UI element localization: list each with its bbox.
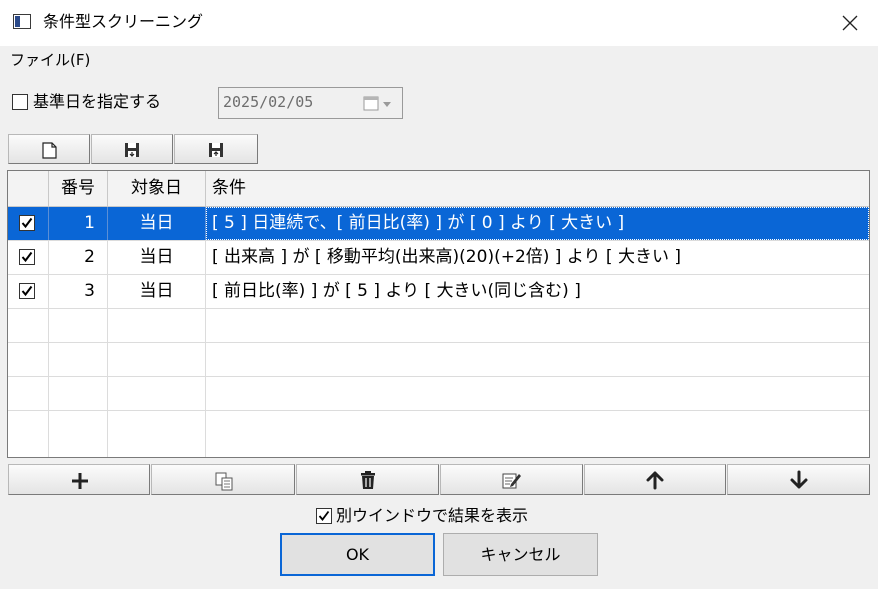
conditions-grid[interactable]: 番号 対象日 条件 1 当日 [ 5 ] 日連続で、[ 前日比(率) ] が […	[7, 170, 870, 458]
save-file-button[interactable]	[174, 134, 258, 164]
empty-row	[8, 377, 869, 411]
row-condition: [ 前日比(率) ] が [ 5 ] より [ 大きい(同じ含む) ]	[212, 281, 581, 301]
header-number: 番号	[49, 171, 108, 206]
row-checkbox[interactable]	[19, 215, 35, 231]
ok-button[interactable]: OK	[280, 533, 435, 576]
row-target-date: 当日	[108, 207, 206, 240]
menu-file[interactable]: ファイル(F)	[10, 50, 90, 70]
checkmark-icon	[21, 217, 33, 229]
table-row[interactable]: 2 当日 [ 出来高 ] が [ 移動平均(出来高)(20)(+2倍) ] より…	[8, 241, 869, 275]
checkmark-icon	[21, 285, 33, 297]
menu-bar: ファイル(F)	[0, 46, 878, 74]
add-row-button[interactable]	[8, 464, 150, 495]
table-row[interactable]: 1 当日 [ 5 ] 日連続で、[ 前日比(率) ] が [ 0 ] より [ …	[8, 207, 869, 241]
move-up-button[interactable]	[584, 464, 726, 495]
copy-icon	[215, 472, 233, 491]
move-up-icon	[646, 471, 664, 490]
header-check	[8, 171, 49, 206]
empty-row	[8, 343, 869, 377]
grid-header: 番号 対象日 条件	[8, 171, 869, 207]
empty-row	[8, 411, 869, 457]
title-bar: 条件型スクリーニング	[0, 0, 878, 46]
new-file-button[interactable]	[8, 134, 90, 164]
window-title: 条件型スクリーニング	[43, 12, 204, 31]
basedate-value: 2025/02/05	[223, 93, 314, 111]
checkmark-icon	[21, 251, 33, 263]
close-button[interactable]	[830, 6, 870, 40]
row-number: 1	[49, 207, 108, 240]
checkmark-icon	[318, 510, 330, 521]
row-checkbox[interactable]	[19, 249, 35, 265]
row-target-date: 当日	[108, 241, 206, 274]
close-icon	[842, 15, 858, 31]
row-checkbox[interactable]	[19, 283, 35, 299]
separate-window-checkbox[interactable]	[316, 508, 332, 524]
open-file-button[interactable]	[91, 134, 173, 164]
cancel-button[interactable]: キャンセル	[443, 533, 598, 576]
move-down-icon	[790, 470, 808, 489]
save-file-icon	[209, 143, 223, 157]
add-icon	[72, 473, 88, 489]
row-target-date: 当日	[108, 275, 206, 308]
table-row[interactable]: 3 当日 [ 前日比(率) ] が [ 5 ] より [ 大きい(同じ含む) ]	[8, 275, 869, 309]
move-down-button[interactable]	[727, 464, 870, 495]
header-target-date: 対象日	[108, 171, 206, 206]
basedate-row: 基準日を指定する 2025/02/05	[0, 78, 878, 122]
row-number: 2	[49, 241, 108, 274]
header-condition: 条件	[212, 178, 246, 198]
basedate-checkbox[interactable]	[12, 94, 28, 110]
basedate-picker[interactable]: 2025/02/05	[218, 87, 403, 119]
row-condition: [ 出来高 ] が [ 移動平均(出来高)(20)(+2倍) ] より [ 大き…	[212, 247, 681, 267]
row-number: 3	[49, 275, 108, 308]
delete-icon	[361, 471, 375, 489]
calendar-dropdown-icon[interactable]	[363, 96, 395, 112]
edit-row-button[interactable]	[440, 464, 583, 495]
open-file-icon	[125, 143, 139, 157]
edit-icon	[502, 473, 521, 489]
copy-row-button[interactable]	[151, 464, 295, 495]
delete-row-button[interactable]	[296, 464, 439, 495]
empty-row	[8, 309, 869, 343]
new-file-icon	[42, 142, 57, 159]
basedate-label: 基準日を指定する	[33, 92, 162, 111]
window-app-icon	[13, 14, 31, 29]
separate-window-label: 別ウインドウで結果を表示	[336, 506, 529, 525]
